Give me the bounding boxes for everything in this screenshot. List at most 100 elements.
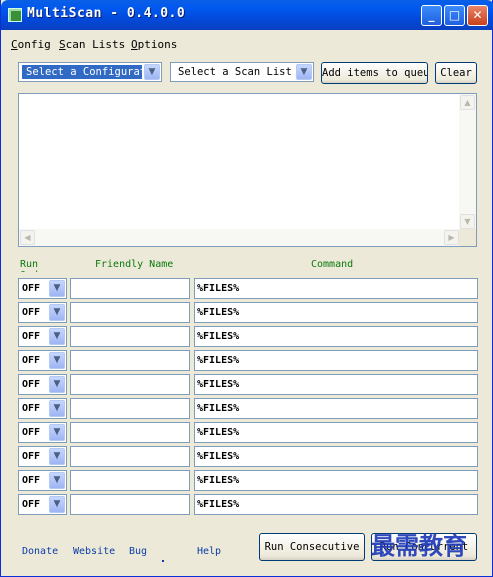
command-field[interactable]: %FILES%	[194, 446, 478, 467]
run-order-value: OFF	[22, 499, 41, 510]
queue-output-area[interactable]: ▲ ▼ ◀ ▶	[18, 93, 477, 247]
scanner-row: OFF ▼ %FILES%	[1, 422, 492, 444]
run-order-value: OFF	[22, 331, 41, 342]
run-order-value: OFF	[22, 475, 41, 486]
command-value: %FILES%	[197, 499, 240, 510]
friendly-name-field[interactable]	[70, 350, 190, 371]
add-items-button[interactable]: Add items to queue	[321, 62, 428, 84]
command-field[interactable]: %FILES%	[194, 422, 478, 443]
run-order-select[interactable]: OFF ▼	[18, 494, 67, 515]
scroll-down-icon[interactable]: ▼	[460, 214, 475, 229]
scanner-row: OFF ▼ %FILES%	[1, 326, 492, 348]
command-field[interactable]: %FILES%	[194, 278, 478, 299]
chevron-down-icon[interactable]: ▼	[49, 352, 65, 369]
app-icon	[8, 8, 22, 22]
minimize-button[interactable]: _	[421, 5, 442, 26]
chevron-down-icon[interactable]: ▼	[49, 424, 65, 441]
scan-list-select-value: Select a Scan List	[178, 66, 292, 78]
friendly-name-field[interactable]	[70, 278, 190, 299]
run-order-select[interactable]: OFF ▼	[18, 422, 67, 443]
clear-button[interactable]: Clear	[435, 62, 477, 84]
chevron-down-icon[interactable]: ▼	[49, 376, 65, 393]
menu-bar: Config Scan Lists Options	[1, 30, 492, 56]
friendly-name-field[interactable]	[70, 374, 190, 395]
friendly-name-field[interactable]	[70, 446, 190, 467]
friendly-name-field[interactable]	[70, 302, 190, 323]
scrollbar-corner	[459, 229, 476, 246]
chevron-down-icon[interactable]: ▼	[49, 496, 65, 513]
friendly-name-field[interactable]	[70, 326, 190, 347]
run-consecutive-button[interactable]: Run Consecutive	[259, 533, 365, 561]
watermark-logo: 最需教育	[371, 531, 467, 560]
run-order-value: OFF	[22, 283, 41, 294]
close-button[interactable]: ✕	[467, 5, 488, 26]
friendly-name-field[interactable]	[70, 398, 190, 419]
run-order-select[interactable]: OFF ▼	[18, 278, 67, 299]
chevron-down-icon[interactable]: ▼	[49, 448, 65, 465]
command-value: %FILES%	[197, 307, 240, 318]
menu-scan-lists[interactable]: Scan Lists	[59, 38, 125, 51]
chevron-down-icon[interactable]: ▼	[49, 472, 65, 489]
run-order-value: OFF	[22, 355, 41, 366]
run-order-select[interactable]: OFF ▼	[18, 374, 67, 395]
run-order-select[interactable]: OFF ▼	[18, 470, 67, 491]
run-order-select[interactable]: OFF ▼	[18, 302, 67, 323]
friendly-name-field[interactable]	[70, 422, 190, 443]
scanner-row: OFF ▼ %FILES%	[1, 350, 492, 372]
chevron-down-icon[interactable]: ▼	[49, 328, 65, 345]
run-order-select[interactable]: OFF ▼	[18, 326, 67, 347]
chevron-down-icon[interactable]: ▼	[49, 400, 65, 417]
command-value: %FILES%	[197, 475, 240, 486]
command-field[interactable]: %FILES%	[194, 494, 478, 515]
scroll-up-icon[interactable]: ▲	[460, 95, 475, 110]
command-field[interactable]: %FILES%	[194, 326, 478, 347]
horizontal-scrollbar[interactable]: ◀ ▶	[19, 229, 460, 246]
menu-config-label: onfig	[17, 38, 51, 51]
command-field[interactable]: %FILES%	[194, 470, 478, 491]
scan-list-select[interactable]: Select a Scan List ▼	[170, 62, 314, 82]
footer-dot	[162, 560, 164, 562]
scanner-row: OFF ▼ %FILES%	[1, 302, 492, 324]
window-title: MultiScan - 0.4.0.0	[27, 6, 186, 21]
run-order-select[interactable]: OFF ▼	[18, 350, 67, 371]
command-field[interactable]: %FILES%	[194, 350, 478, 371]
chevron-down-icon[interactable]: ▼	[49, 280, 65, 297]
donate-link[interactable]: Donate	[22, 546, 58, 557]
configuration-select-value: Select a Configurat	[22, 65, 142, 79]
menu-scan-lists-label: can Lists	[65, 38, 126, 51]
command-value: %FILES%	[197, 403, 240, 414]
scanner-row: OFF ▼ %FILES%	[1, 494, 492, 516]
friendly-name-field[interactable]	[70, 494, 190, 515]
menu-options-label: ptions	[137, 38, 178, 51]
column-header-friendly-name: Friendly Name	[95, 259, 174, 270]
chevron-down-icon[interactable]: ▼	[296, 64, 312, 80]
run-order-select[interactable]: OFF ▼	[18, 446, 67, 467]
menu-options[interactable]: Options	[131, 38, 177, 51]
chevron-down-icon[interactable]: ▼	[49, 304, 65, 321]
maximize-button[interactable]: □	[444, 5, 465, 26]
website-link[interactable]: Website	[73, 546, 115, 557]
command-value: %FILES%	[197, 331, 240, 342]
vertical-scrollbar[interactable]: ▲ ▼	[459, 94, 476, 230]
scroll-right-icon[interactable]: ▶	[444, 230, 459, 245]
scanner-row: OFF ▼ %FILES%	[1, 398, 492, 420]
bug-link[interactable]: Bug	[129, 546, 147, 557]
menu-scan-lists-accel: S	[59, 38, 66, 51]
friendly-name-field[interactable]	[70, 470, 190, 491]
scanner-row: OFF ▼ %FILES%	[1, 470, 492, 492]
menu-options-accel: O	[131, 38, 138, 51]
command-field[interactable]: %FILES%	[194, 374, 478, 395]
scanner-row: OFF ▼ %FILES%	[1, 446, 492, 468]
chevron-down-icon[interactable]: ▼	[144, 64, 160, 80]
run-order-select[interactable]: OFF ▼	[18, 398, 67, 419]
scroll-left-icon[interactable]: ◀	[20, 230, 35, 245]
command-field[interactable]: %FILES%	[194, 302, 478, 323]
title-bar[interactable]: MultiScan - 0.4.0.0 _ □ ✕	[1, 0, 493, 30]
run-order-value: OFF	[22, 451, 41, 462]
menu-config[interactable]: Config	[11, 38, 51, 51]
scanner-row: OFF ▼ %FILES%	[1, 374, 492, 396]
configuration-select[interactable]: Select a Configurat ▼	[18, 62, 162, 82]
help-link[interactable]: Help	[197, 546, 221, 557]
command-field[interactable]: %FILES%	[194, 398, 478, 419]
command-value: %FILES%	[197, 451, 240, 462]
